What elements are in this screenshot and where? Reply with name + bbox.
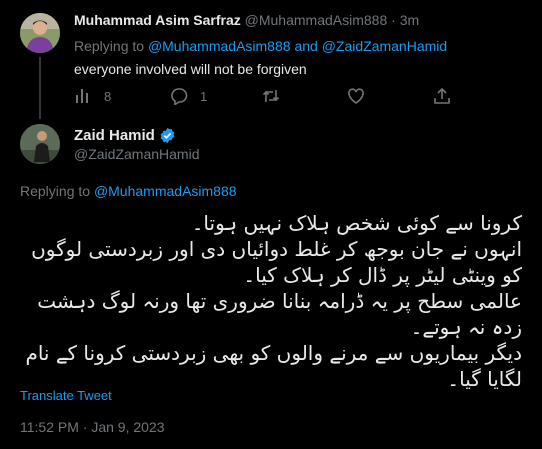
author-name[interactable]: Zaid Hamid — [74, 127, 155, 144]
author-handle[interactable]: @MuhammadAsim888 — [245, 12, 388, 28]
reply-tweet[interactable]: Muhammad Asim Sarfraz @MuhammadAsim888 ·… — [0, 0, 542, 119]
replying-prefix: Replying to — [20, 183, 91, 199]
replying-to: Replying to @MuhammadAsim888 — [20, 183, 237, 199]
heart-icon — [347, 87, 365, 105]
tweet-text-line: کرونا سے کوئی شخص ہلاک نہیں ہوتا۔ — [191, 211, 522, 235]
replying-prefix: Replying to — [74, 38, 145, 54]
share-icon — [433, 87, 451, 105]
separator: · — [391, 12, 396, 28]
author-line: Zaid Hamid — [74, 127, 176, 144]
author-handle[interactable]: @ZaidZamanHamid — [74, 146, 199, 162]
replying-and: and — [294, 38, 318, 54]
share-button[interactable] — [433, 86, 451, 106]
verified-badge-icon — [159, 127, 176, 144]
tweet-time[interactable]: 3m — [400, 12, 419, 28]
speech-bubble-icon — [170, 87, 188, 105]
reply-button[interactable]: 1 — [170, 86, 207, 106]
translate-tweet-link[interactable]: Translate Tweet — [20, 388, 112, 403]
views-button[interactable]: 8 — [74, 86, 111, 106]
tweet-text-line: انہوں نے جان بوجھ کر غلط دوائیاں دی اور … — [31, 237, 522, 287]
tweet-text-line: دیگر بیماریوں سے مرنے والوں کو بھی زبردس… — [25, 341, 522, 391]
bar-chart-icon — [74, 87, 92, 105]
replying-user-link[interactable]: @ZaidZamanHamid — [322, 38, 447, 54]
reply-author-line: Muhammad Asim Sarfraz @MuhammadAsim888 ·… — [74, 12, 419, 28]
tweet-text: کرونا سے کوئی شخص ہلاک نہیں ہوتا۔ انہوں … — [20, 210, 522, 392]
views-count: 8 — [104, 88, 112, 104]
author-name[interactable]: Muhammad Asim Sarfraz — [74, 12, 241, 28]
thread-line — [39, 57, 41, 119]
tweet-text-line: عالمی سطح پر یہ ڈرامہ بنانا ضروری تھا ور… — [37, 289, 522, 339]
reply-count: 1 — [200, 88, 208, 104]
like-button[interactable] — [347, 86, 365, 106]
replying-user-link[interactable]: @MuhammadAsim888 — [148, 38, 291, 54]
replying-to: Replying to @MuhammadAsim888 and @ZaidZa… — [74, 38, 447, 54]
tweet-text: everyone involved will not be forgiven — [74, 61, 307, 77]
retweet-button[interactable] — [262, 86, 280, 106]
tweet-timestamp[interactable]: 11:52 PM · Jan 9, 2023 — [20, 419, 165, 435]
retweet-icon — [262, 87, 280, 105]
replying-user-link[interactable]: @MuhammadAsim888 — [94, 183, 237, 199]
avatar[interactable] — [20, 13, 60, 53]
avatar[interactable] — [20, 124, 60, 164]
